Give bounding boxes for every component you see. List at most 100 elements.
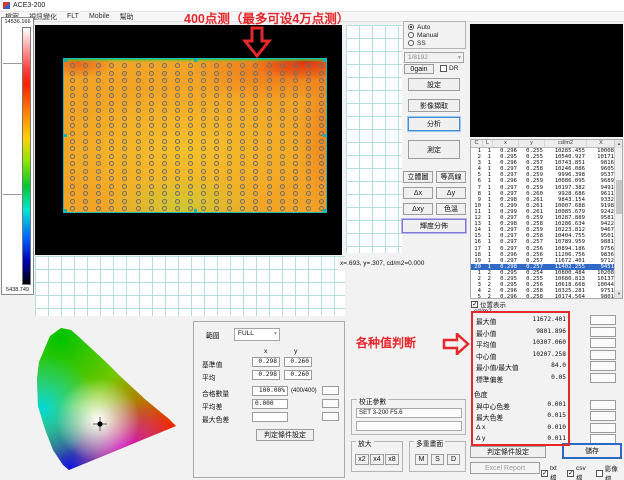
delta-y-button[interactable]: Δy (436, 187, 466, 199)
judge-box (322, 412, 339, 421)
average-y-field[interactable]: 0.260 (284, 370, 312, 380)
luminance-dist-button[interactable]: 輝度分佈 (402, 219, 466, 233)
measure-point (149, 184, 154, 189)
radio-ss[interactable]: SS (404, 39, 465, 47)
measure-point (96, 154, 101, 159)
range-select[interactable]: FULL▼ (234, 328, 280, 341)
radio-icon[interactable] (408, 40, 414, 46)
color-temp-button[interactable]: 色溫 (436, 203, 466, 215)
measure-point (227, 176, 232, 181)
capture-image-button[interactable]: 影像擷取 (408, 99, 460, 112)
measure-point (319, 101, 324, 106)
delta-xy-button[interactable]: Δxy (403, 203, 433, 215)
measure-point (267, 131, 272, 136)
export-check[interactable]: ✓csv檔 (567, 465, 592, 480)
measure-point (109, 71, 114, 76)
export-check-label: txt檔 (550, 465, 563, 480)
scroll-up-icon[interactable]: ▲ (615, 140, 623, 148)
zoom-x2-button[interactable]: x2 (355, 454, 369, 465)
table-scrollbar[interactable]: ▲ ▼ (614, 140, 622, 298)
exposure-select[interactable]: 1/8192▼ (404, 52, 464, 63)
selection-handle[interactable] (64, 59, 67, 62)
radio-icon[interactable] (408, 32, 414, 38)
measure-point (293, 139, 298, 144)
judge-condition-button[interactable]: 判定條件設定 (470, 446, 546, 458)
measure-point (149, 154, 154, 159)
save-button[interactable]: 儲存 (563, 444, 621, 458)
surface3d-button[interactable]: 立體圖 (403, 171, 433, 183)
position-checkbox[interactable]: ✓ (471, 301, 478, 308)
contour-button[interactable]: 等高線 (436, 171, 466, 183)
measure-point (280, 78, 285, 83)
selection-handle[interactable] (194, 209, 197, 212)
measure-point (188, 116, 193, 121)
menu-help[interactable]: 幫助 (120, 12, 134, 22)
measure-point (240, 101, 245, 106)
menu-flt[interactable]: FLT (67, 13, 79, 20)
measure-point (240, 78, 245, 83)
selection-handle[interactable] (64, 134, 67, 137)
measure-point (96, 123, 101, 128)
scroll-down-icon[interactable]: ▼ (615, 290, 623, 298)
measure-point (306, 184, 311, 189)
zoom-x8-button[interactable]: x8 (385, 454, 399, 465)
selection-handle[interactable] (323, 209, 326, 212)
measure-point (267, 78, 272, 83)
result-value: 0.011 (547, 435, 566, 442)
calibration-title: 校正參數 (357, 396, 388, 406)
export-check[interactable]: 影像檔 (596, 463, 624, 480)
measure-point (122, 169, 127, 174)
measure-point (109, 146, 114, 151)
measure-point (293, 63, 298, 68)
right-arrow-icon (442, 333, 470, 355)
reference-y-field[interactable]: 0.260 (284, 357, 312, 367)
zoom-x4-button[interactable]: x4 (370, 454, 384, 465)
measure-point (214, 71, 219, 76)
measure-point (96, 116, 101, 121)
measure-point (319, 63, 324, 68)
measure-point (293, 154, 298, 159)
measure-point (149, 176, 154, 181)
selection-handle[interactable] (64, 209, 67, 212)
measurement-table[interactable]: CLxycd/m2X 110.2960.25510285.45510008210… (470, 139, 623, 299)
measure-point (280, 176, 285, 181)
cie-chromaticity-diagram[interactable] (28, 316, 188, 478)
checkbox-checked[interactable]: ✓ (567, 470, 574, 477)
measure-point (240, 63, 245, 68)
settings-button[interactable]: 設定 (408, 78, 460, 91)
scroll-thumb[interactable] (616, 180, 622, 214)
measure-point (109, 154, 114, 159)
reference-x-field[interactable]: 0.298 (252, 357, 280, 367)
selection-handle[interactable] (323, 134, 326, 137)
checkbox-unchecked[interactable] (596, 470, 603, 477)
measure-point (293, 169, 298, 174)
measure-point (109, 78, 114, 83)
judge-condition-button-mid[interactable]: 判定條件設定 (256, 429, 314, 441)
measure-point (149, 191, 154, 196)
radio-auto[interactable]: Auto (404, 23, 465, 31)
measure-point (109, 191, 114, 196)
zero-gain-button[interactable]: 0gain (404, 64, 434, 74)
export-check[interactable]: ✓txt檔 (541, 465, 563, 480)
measure-point (293, 78, 298, 83)
measure-button[interactable]: 測定 (408, 140, 460, 159)
selection-handle[interactable] (194, 59, 197, 62)
menu-mobile[interactable]: Mobile (89, 13, 110, 20)
multi-m-button[interactable]: M (415, 454, 428, 465)
selection-handle[interactable] (323, 59, 326, 62)
radio-manual[interactable]: Manual (404, 31, 465, 39)
measure-point (175, 184, 180, 189)
multi-d-button[interactable]: D (447, 454, 460, 465)
excel-report-button[interactable]: Excel Report (470, 462, 540, 474)
delta-x-button[interactable]: Δx (403, 187, 433, 199)
measure-point (293, 161, 298, 166)
multi-s-button[interactable]: S (431, 454, 444, 465)
average-x-field[interactable]: 0.298 (252, 370, 280, 380)
dr-checkbox[interactable] (440, 65, 447, 72)
result-value: 84.0 (551, 362, 566, 369)
radio-icon[interactable] (408, 24, 414, 30)
measure-point (136, 161, 141, 166)
checkbox-checked[interactable]: ✓ (541, 470, 548, 477)
analyze-button[interactable]: 分析 (408, 117, 460, 131)
luminance-heatmap[interactable] (63, 58, 327, 213)
